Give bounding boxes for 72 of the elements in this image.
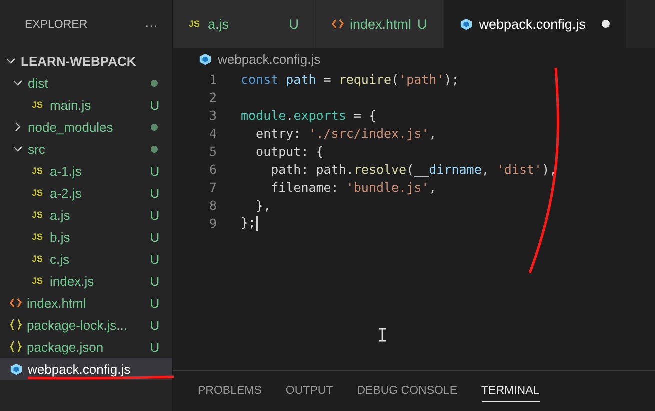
code-line: module.exports = { [241,108,376,122]
code-line: }; [241,214,258,232]
line-number: 7 [208,180,217,194]
file-item[interactable]: JS a.js U [0,204,172,226]
code-line: path: path.resolve(__dirname, 'dist'), [270,162,558,176]
panel-tab[interactable]: TERMINAL [482,380,540,402]
untracked-status: U [150,252,160,266]
code-line: filename: 'bundle.js', [270,180,437,194]
more-actions-button[interactable]: ··· [145,18,158,32]
unsaved-dot [602,20,610,28]
line-number: 2 [208,90,217,104]
js-file-icon: JS [32,166,45,176]
code-line: output: { [255,144,324,158]
untracked-status: U [150,208,160,222]
folder-item[interactable]: src [0,138,172,160]
file-item[interactable]: JS a-2.js U [0,182,172,204]
line-number: 8 [208,198,217,212]
explorer-title: EXPLORER [25,19,88,31]
cube-icon [10,362,23,376]
file-item[interactable]: index.html U [0,292,172,314]
untracked-status: U [150,318,160,332]
panel-tab[interactable]: PROBLEMS [198,380,262,402]
panel-tab[interactable]: OUTPUT [286,380,334,402]
js-file-icon: JS [32,210,45,220]
js-file-icon: JS [32,188,45,198]
js-file-icon: JS [32,100,45,110]
untracked-status: U [150,98,160,112]
code-brackets-icon [332,19,344,29]
line-number: 3 [208,108,217,122]
chevron-down-icon [13,78,23,88]
code-line: entry: './src/index.js', [255,126,437,140]
untracked-status: U [150,186,160,200]
file-item[interactable]: JS index.js U [0,270,172,292]
untracked-status: U [150,274,160,288]
js-file-icon: JS [32,276,45,286]
chevron-right-icon [13,122,23,132]
line-number: 6 [208,162,217,176]
code-line: const path = require('path'); [241,72,460,86]
file-item[interactable]: JS b.js U [0,226,172,248]
file-item[interactable]: JS main.js U [0,94,172,116]
line-number: 4 [208,126,217,140]
file-item[interactable]: package-lock.js... U [0,314,172,336]
line-number: 5 [208,144,217,158]
folder-item[interactable]: dist [0,72,172,94]
line-number: 9 [208,216,217,230]
js-file-icon: JS [189,19,202,29]
breadcrumb[interactable]: webpack.config.js [218,52,321,66]
file-item[interactable]: JS a-1.js U [0,160,172,182]
curly-braces-icon [10,319,22,331]
file-item[interactable]: package.json U [0,336,172,358]
line-number: 1 [208,72,217,86]
cube-icon [199,52,212,66]
cube-icon [460,18,474,30]
editor-tab[interactable]: index.html U [316,0,444,48]
code-brackets-icon [10,298,22,308]
js-file-icon: JS [32,232,45,242]
file-item[interactable]: JS c.js U [0,248,172,270]
code-line: }, [255,198,272,212]
text-cursor-icon [378,328,387,342]
curly-braces-icon [10,341,22,353]
untracked-status: U [150,340,160,354]
editor-tab[interactable]: JS a.js U [173,0,316,48]
project-folder-item[interactable]: LEARN-WEBPACK [0,50,172,72]
chevron-down-icon [13,144,23,154]
chevron-down-icon [6,56,16,66]
folder-item[interactable]: node_modules [0,116,172,138]
editor-tab[interactable]: webpack.config.js [444,0,627,48]
panel-tab[interactable]: DEBUG CONSOLE [357,380,458,402]
untracked-status: U [150,164,160,178]
js-file-icon: JS [32,254,45,264]
untracked-status: U [150,296,160,310]
untracked-status: U [150,230,160,244]
